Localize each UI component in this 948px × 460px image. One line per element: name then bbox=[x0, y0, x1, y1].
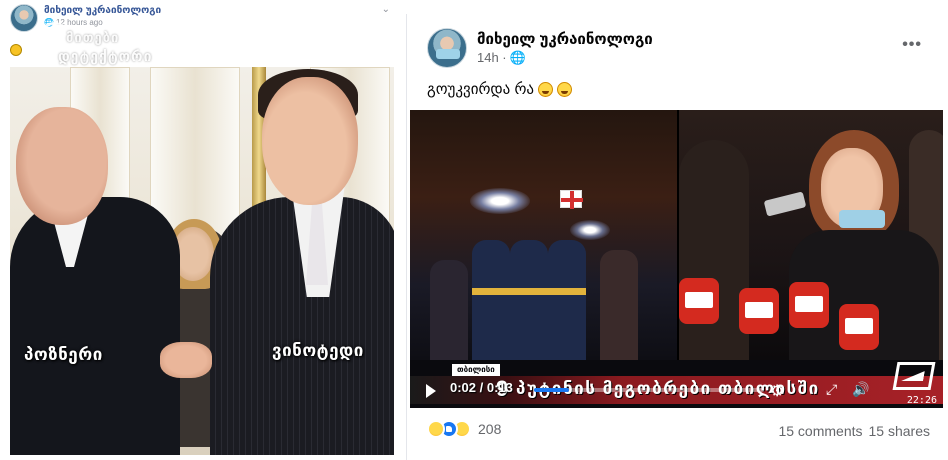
mic-label bbox=[685, 292, 713, 308]
police-officer bbox=[510, 240, 548, 360]
emoji-icon bbox=[10, 44, 22, 56]
post-text-body: გოუკვირდა რა bbox=[427, 81, 534, 98]
right-man-head bbox=[262, 77, 358, 205]
photo-caption-right: ვინოტედი bbox=[272, 341, 364, 360]
right-author-name[interactable]: მიხეილ უკრაინოლოგი bbox=[477, 30, 653, 49]
face-mask bbox=[839, 210, 885, 228]
video-left-scene bbox=[410, 110, 678, 380]
video-player[interactable]: თბილისი 9 პუტინის მეგობრები თბილისში 22:… bbox=[410, 110, 943, 408]
mic-label bbox=[745, 302, 773, 318]
reaction-count: 208 bbox=[478, 421, 502, 437]
post-stats: 15 comments 15 shares bbox=[778, 423, 930, 439]
microphone-icon bbox=[739, 288, 779, 334]
left-post: მიხეილ უკრაინოლოგი 🌐 12 hours ago ⌄ პოზნ… bbox=[0, 0, 400, 460]
video-right-scene bbox=[679, 110, 943, 360]
right-post-meta: მიხეილ უკრაინოლოგი 14h · 🌐 bbox=[477, 30, 653, 66]
more-options-icon[interactable]: ••• bbox=[902, 36, 922, 54]
handshake bbox=[160, 342, 212, 378]
crowd-person bbox=[600, 250, 638, 370]
haha-reaction-icon bbox=[427, 420, 445, 438]
video-controls: 0:02 / 0:13 ⚙ ⤢ 🔊 bbox=[410, 376, 943, 406]
left-author-name[interactable]: მიხეილ უკრაინოლოგი bbox=[44, 4, 161, 17]
crowd-light bbox=[570, 220, 610, 240]
watermark-logo: მითები დეტექტორი bbox=[34, 22, 204, 70]
chevron-down-icon[interactable]: ⌄ bbox=[382, 4, 390, 15]
post-text: გოუკვირდა რა bbox=[427, 80, 572, 98]
microphone-icon bbox=[679, 278, 719, 324]
reactions-summary[interactable]: 208 bbox=[427, 420, 501, 438]
microphone-icon bbox=[789, 282, 829, 328]
video-time: 0:02 / 0:13 bbox=[450, 380, 513, 395]
georgian-flag bbox=[560, 190, 583, 209]
comments-count-link[interactable]: 15 comments bbox=[778, 423, 862, 439]
laughing-emoji-icon bbox=[557, 81, 572, 97]
volume-icon[interactable]: 🔊 bbox=[852, 381, 869, 398]
right-post-time[interactable]: 14h · 🌐 bbox=[477, 49, 653, 66]
fullscreen-icon[interactable]: ⤢ bbox=[826, 381, 837, 398]
left-man-head bbox=[16, 107, 108, 225]
video-progress-bar[interactable] bbox=[534, 388, 764, 392]
microphone-icon bbox=[839, 304, 879, 350]
globe-icon: 🌐 bbox=[509, 50, 526, 65]
video-progress-fill bbox=[534, 388, 569, 392]
laughing-emoji-icon bbox=[538, 81, 553, 97]
mic-label bbox=[845, 318, 873, 334]
right-post-time-text: 14h · bbox=[477, 50, 507, 65]
post-photo[interactable]: პოზნერი ვინოტედი bbox=[10, 67, 394, 455]
left-man-suit bbox=[10, 197, 180, 455]
right-author-avatar[interactable] bbox=[427, 28, 467, 68]
news-location-tag: თბილისი bbox=[452, 364, 500, 376]
police-officer bbox=[548, 240, 586, 360]
shares-count-link[interactable]: 15 shares bbox=[869, 423, 930, 439]
gear-icon[interactable]: ⚙ bbox=[770, 381, 784, 401]
play-icon[interactable] bbox=[426, 384, 436, 398]
mic-label bbox=[795, 296, 823, 312]
photo-caption-left: პოზნერი bbox=[24, 345, 103, 364]
watermark-line1: მითები bbox=[66, 30, 120, 45]
right-post: მიხეილ უკრაინოლოგი 14h · 🌐 ••• გოუკვირდა… bbox=[406, 14, 948, 460]
phone bbox=[763, 191, 807, 217]
right-post-header: მიხეილ უკრაინოლოგი 14h · 🌐 bbox=[427, 28, 653, 68]
crowd-light bbox=[470, 188, 530, 214]
watermark-line2: დეტექტორი bbox=[58, 48, 153, 64]
police-officer bbox=[472, 240, 510, 360]
